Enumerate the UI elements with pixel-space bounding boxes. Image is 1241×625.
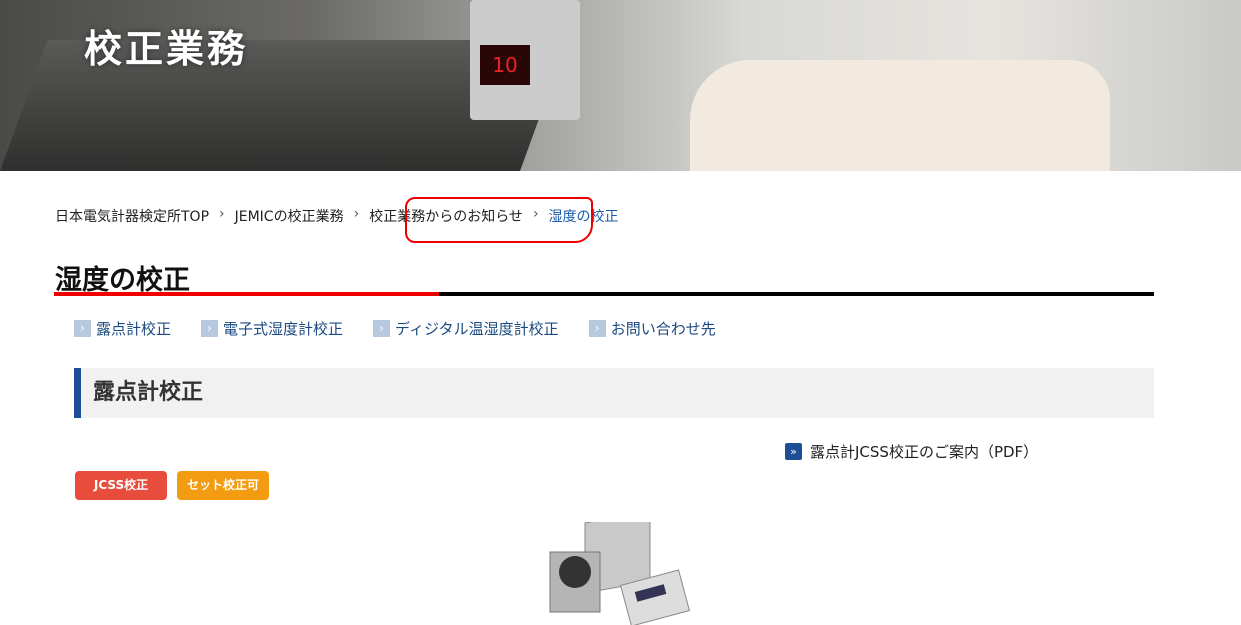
breadcrumb-separator: › [219,206,225,222]
hero-banner: 10 校正業務 [0,0,1241,171]
anchor-label: お問い合わせ先 [610,320,716,338]
anchor-label: 電子式湿度計校正 [223,320,344,338]
chevron-right-icon: › [373,320,391,337]
anchor-nav: › 露点計校正 › 電子式湿度計校正 › ディジタル温湿度計校正 › お問い合わせ先 [74,318,716,339]
double-chevron-icon: » [785,443,802,460]
breadcrumb-calibration[interactable]: JEMICの校正業務 [235,206,344,226]
anchor-label: ディジタル温湿度計校正 [395,320,559,338]
breadcrumb-top[interactable]: 日本電気計器検定所TOP [55,206,209,226]
anchor-dewpoint[interactable]: › 露点計校正 [74,318,171,339]
pdf-link-label: 露点計JCSS校正のご案内（PDF） [810,443,1039,461]
hero-hand [690,60,1110,171]
chevron-right-icon: › [588,320,606,337]
red-annotation-circle [405,197,593,243]
pdf-link[interactable]: » 露点計JCSS校正のご案内（PDF） [785,441,1038,462]
dewpoint-meter-image [549,522,691,625]
chevron-right-icon: › [74,320,91,337]
anchor-contact[interactable]: › お問い合わせ先 [588,318,716,339]
anchor-label: 露点計校正 [96,320,172,338]
hero-led-display: 10 [480,45,530,85]
anchor-digital-thermohygrometer[interactable]: › ディジタル温湿度計校正 [373,318,559,339]
anchor-electronic-hygrometer[interactable]: › 電子式湿度計校正 [201,318,343,339]
jcss-badge: JCSS校正 [75,471,167,500]
hero-title: 校正業務 [84,27,249,71]
breadcrumb-separator: › [353,206,360,222]
set-calibration-badge: セット校正可 [177,471,269,500]
section-title: 露点計校正 [93,380,204,405]
section-header: 露点計校正 [74,368,1154,418]
title-underline [54,292,1154,296]
chevron-right-icon: › [201,320,219,337]
